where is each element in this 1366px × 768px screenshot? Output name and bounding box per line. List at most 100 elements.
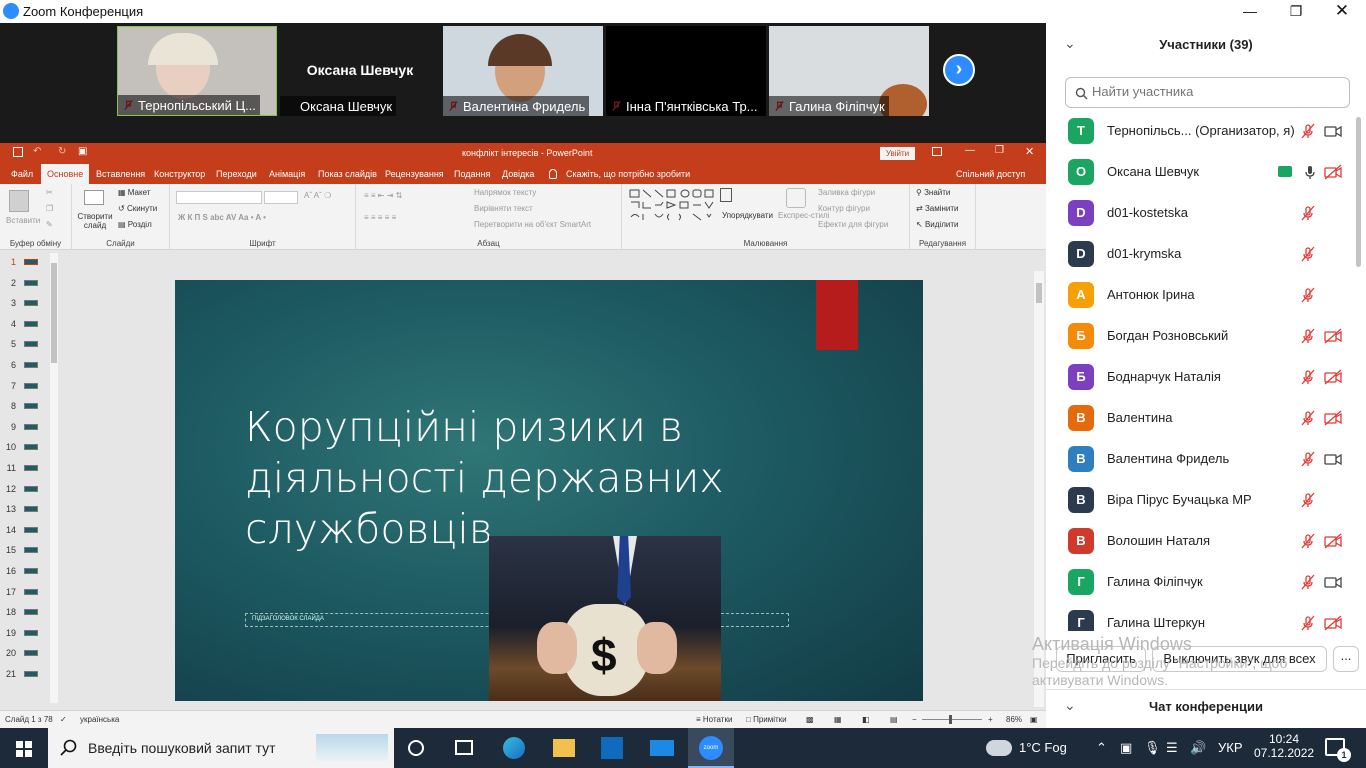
- paste-icon[interactable]: [9, 190, 29, 212]
- minimize-button[interactable]: —: [1227, 0, 1273, 23]
- slide-thumbnail[interactable]: [24, 629, 38, 636]
- zoom-taskbar-app[interactable]: zoom: [688, 728, 734, 768]
- video-tile[interactable]: Інна П'янтківська Тр...: [606, 26, 766, 116]
- present-icon[interactable]: ▣: [78, 146, 87, 157]
- participant-row[interactable]: Dd01-krymska: [1046, 234, 1356, 275]
- shape-outline-button[interactable]: Контур фігури: [818, 204, 870, 213]
- muted-mic-icon[interactable]: [1300, 615, 1318, 631]
- text-direction-button[interactable]: Напрямок тексту: [474, 188, 536, 197]
- cut-icon[interactable]: ✂: [46, 188, 53, 197]
- muted-mic-icon[interactable]: [1300, 369, 1318, 385]
- participant-row[interactable]: Б Богдан Розновський: [1046, 316, 1356, 357]
- tab-file[interactable]: Файл: [5, 164, 39, 184]
- close-button[interactable]: ✕: [1319, 0, 1365, 23]
- slide-thumbnail[interactable]: [24, 588, 38, 595]
- muted-mic-icon[interactable]: [1300, 328, 1318, 344]
- thumbnail-scrollbar[interactable]: [50, 253, 58, 703]
- reading-view-icon[interactable]: ◧: [862, 715, 870, 724]
- muted-mic-icon[interactable]: [1300, 205, 1318, 221]
- shapes-gallery-icon[interactable]: [628, 188, 716, 230]
- notes-button[interactable]: ≡ Нотатки: [696, 715, 732, 724]
- muted-mic-icon[interactable]: [1300, 533, 1318, 549]
- redo-icon[interactable]: ↻: [58, 146, 66, 157]
- slide-thumbnail[interactable]: [24, 526, 38, 533]
- muted-mic-icon[interactable]: [1300, 492, 1318, 508]
- search-input[interactable]: [1092, 84, 1342, 99]
- video-icon[interactable]: [1324, 451, 1342, 467]
- weather-text[interactable]: 1°C Fog: [1019, 728, 1067, 768]
- smartart-button[interactable]: Перетворити на об'єкт SmartArt: [474, 220, 591, 229]
- slide-sorter-icon[interactable]: ▦: [834, 715, 842, 724]
- ppt-minimize-button[interactable]: —: [965, 145, 975, 156]
- start-windows-icon[interactable]: [16, 741, 32, 757]
- arrange-button[interactable]: Упорядкувати: [722, 211, 773, 220]
- spellcheck-icon[interactable]: ✓: [60, 715, 67, 724]
- video-off-icon[interactable]: [1324, 533, 1342, 549]
- tab-home[interactable]: Основне: [41, 164, 90, 184]
- zoom-in-button[interactable]: +: [988, 715, 993, 724]
- muted-mic-icon[interactable]: [1300, 451, 1318, 467]
- video-off-icon[interactable]: [1324, 328, 1342, 344]
- taskbar-search-box[interactable]: Введіть пошуковий запит тут: [48, 728, 394, 768]
- language-indicator[interactable]: УКР: [1218, 728, 1243, 768]
- paste-button[interactable]: Вставити: [6, 216, 40, 225]
- participant-row[interactable]: Б Боднарчук Наталія: [1046, 357, 1356, 398]
- zoom-level[interactable]: 86%: [1006, 715, 1022, 724]
- store-icon[interactable]: [601, 737, 623, 759]
- slide-thumbnail[interactable]: [24, 300, 38, 307]
- participant-row[interactable]: А Антонюк Ірина: [1046, 275, 1356, 316]
- shape-effects-button[interactable]: Ефекти для фігури: [818, 220, 888, 229]
- scrollbar-thumb[interactable]: [1036, 283, 1042, 303]
- undo-icon[interactable]: ↶: [33, 146, 41, 157]
- login-button[interactable]: Увійти: [880, 147, 915, 160]
- video-icon[interactable]: [1324, 123, 1342, 139]
- cortana-icon[interactable]: [408, 740, 424, 756]
- slide-thumbnail[interactable]: [24, 341, 38, 348]
- ppt-close-button[interactable]: ✕: [1025, 145, 1034, 158]
- zoom-out-button[interactable]: −: [912, 715, 917, 724]
- share-button[interactable]: Спільний доступ: [950, 164, 1031, 184]
- slide-thumbnail[interactable]: [24, 444, 38, 451]
- participant-row[interactable]: Г Галина Філіпчук: [1046, 562, 1356, 603]
- normal-view-icon[interactable]: ▩: [806, 715, 814, 724]
- video-tile[interactable]: Оксана Шевчук Оксана Шевчук: [280, 26, 440, 116]
- arrange-icon[interactable]: [720, 188, 732, 202]
- tab-design[interactable]: Конструктор: [148, 164, 211, 184]
- network-meet-icon[interactable]: ▣: [1120, 728, 1132, 768]
- ribbon-display-icon[interactable]: [932, 147, 942, 156]
- slide-thumbnail[interactable]: [24, 423, 38, 430]
- muted-mic-icon[interactable]: [1300, 246, 1318, 262]
- participant-row[interactable]: В Волошин Наталя: [1046, 521, 1356, 562]
- slide-photo[interactable]: $: [489, 536, 721, 701]
- save-icon[interactable]: [13, 147, 23, 157]
- font-format-icons[interactable]: Ж К П S abc AV Aa • A •: [178, 213, 266, 222]
- slide-thumbnail[interactable]: [24, 320, 38, 327]
- slide-thumbnail[interactable]: [24, 506, 38, 513]
- slide-thumbnail[interactable]: [24, 465, 38, 471]
- slide-thumbnail[interactable]: [24, 279, 38, 286]
- tab-review[interactable]: Рецензування: [379, 164, 450, 184]
- participant-search[interactable]: [1065, 77, 1350, 108]
- align-icons[interactable]: ≡ ≡ ≡ ≡ ≡: [364, 213, 396, 222]
- clock[interactable]: 10:24 07.12.2022: [1254, 728, 1314, 768]
- slideshow-view-icon[interactable]: ▤: [890, 715, 898, 724]
- fit-slide-icon[interactable]: ▣: [1030, 715, 1038, 724]
- file-explorer-icon[interactable]: [553, 739, 575, 757]
- zoom-slider[interactable]: [922, 719, 982, 720]
- mail-icon[interactable]: [650, 740, 674, 756]
- video-icon[interactable]: [1324, 574, 1342, 590]
- reset-button[interactable]: ↺ Скинути: [118, 204, 157, 213]
- slide-thumbnail[interactable]: [24, 362, 38, 368]
- volume-icon[interactable]: 🔊: [1190, 728, 1206, 768]
- tab-transitions[interactable]: Переходи: [210, 164, 263, 184]
- slide-thumbnail[interactable]: [24, 403, 38, 410]
- shape-fill-button[interactable]: Заливка фігури: [818, 188, 875, 197]
- scrollbar-thumb[interactable]: [51, 263, 57, 363]
- list-icons[interactable]: ≡ ≡ ⇤ ⇥ ⇅: [364, 191, 402, 200]
- video-off-icon[interactable]: [1324, 615, 1342, 631]
- slide-canvas[interactable]: Корупційні ризики в діяльності державних…: [175, 280, 923, 701]
- edge-icon[interactable]: [503, 737, 525, 759]
- weather-icon[interactable]: [986, 740, 1012, 756]
- replace-button[interactable]: ⇄ Замінити: [916, 204, 959, 213]
- format-painter-icon[interactable]: ✎: [46, 220, 53, 229]
